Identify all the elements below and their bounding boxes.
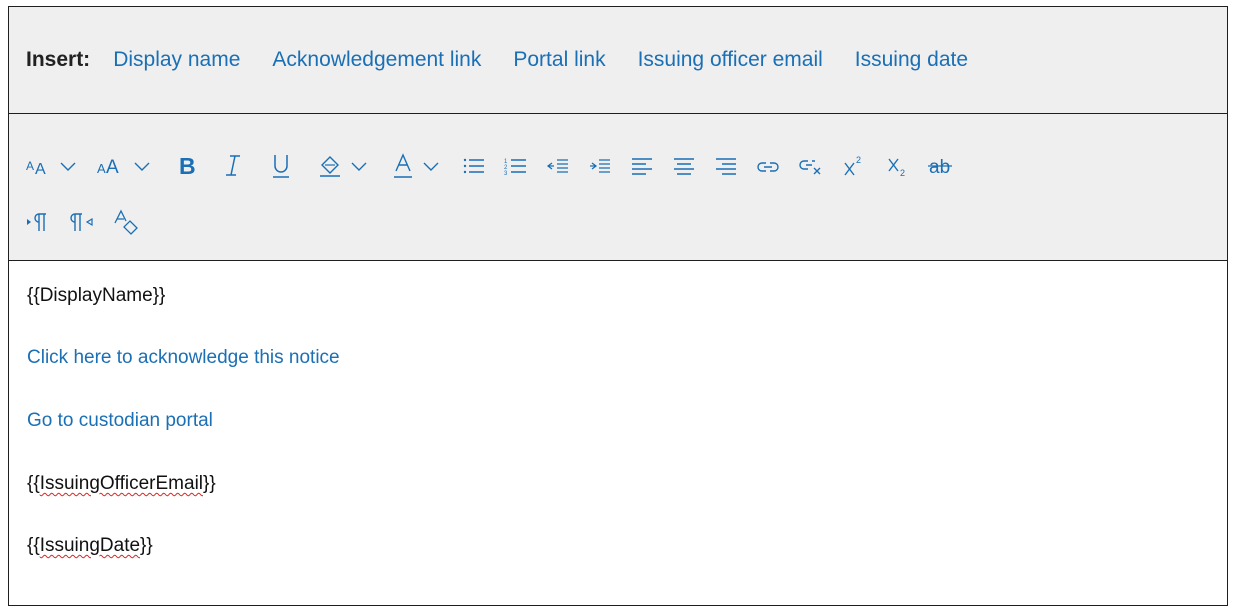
insert-portal-link[interactable]: Portal link bbox=[513, 48, 605, 72]
chevron-down-icon[interactable] bbox=[53, 150, 83, 182]
svg-text:A: A bbox=[35, 161, 46, 178]
ltr-icon[interactable] bbox=[23, 206, 53, 238]
subscript-icon[interactable]: 2 bbox=[883, 150, 913, 182]
rtl-icon[interactable] bbox=[67, 206, 97, 238]
svg-text:A: A bbox=[97, 161, 106, 176]
insert-display-name-link[interactable]: Display name bbox=[113, 48, 240, 72]
svg-text:ab: ab bbox=[929, 157, 950, 178]
insert-issuing-date-link[interactable]: Issuing date bbox=[855, 48, 968, 72]
align-center-icon[interactable] bbox=[669, 150, 699, 182]
numbered-list-icon[interactable]: 123 bbox=[501, 150, 531, 182]
acknowledge-notice-link[interactable]: Click here to acknowledge this notice bbox=[27, 347, 340, 369]
superscript-icon[interactable]: 2 bbox=[839, 150, 869, 182]
editor-line: {{IssuingOfficerEmail}} bbox=[27, 473, 216, 494]
formatting-toolbar: AA AA B 1 2 3 2 2 ab bbox=[9, 114, 1227, 261]
editor-line: {{DisplayName}} bbox=[27, 285, 166, 306]
toolbar-row-2 bbox=[23, 202, 141, 242]
svg-text:A: A bbox=[106, 157, 119, 178]
bold-icon[interactable]: B bbox=[173, 150, 201, 182]
svg-text:2: 2 bbox=[856, 155, 861, 165]
chevron-down-icon[interactable] bbox=[417, 150, 445, 182]
font-color-icon[interactable] bbox=[389, 150, 417, 182]
font-size-icon[interactable]: AA bbox=[23, 150, 53, 182]
align-right-icon[interactable] bbox=[711, 150, 741, 182]
svg-text:2: 2 bbox=[900, 168, 905, 178]
insert-issuing-officer-email-link[interactable]: Issuing officer email bbox=[638, 48, 823, 72]
notice-editor: Insert: Display name Acknowledgement lin… bbox=[8, 6, 1228, 606]
strikethrough-icon[interactable]: ab bbox=[925, 150, 955, 182]
toolbar-row-1: AA AA B 1 2 3 2 2 ab bbox=[23, 146, 955, 186]
insert-link-icon[interactable] bbox=[753, 150, 783, 182]
increase-indent-icon[interactable] bbox=[585, 150, 615, 182]
custodian-portal-link[interactable]: Go to custodian portal bbox=[27, 410, 213, 432]
editor-body[interactable]: {{DisplayName}} Click here to acknowledg… bbox=[9, 261, 1234, 605]
svg-text:B: B bbox=[179, 153, 196, 179]
svg-text:3: 3 bbox=[504, 171, 508, 177]
editor-line: {{IssuingDate}} bbox=[27, 535, 153, 556]
remove-link-icon[interactable] bbox=[795, 150, 825, 182]
italic-icon[interactable] bbox=[219, 150, 247, 182]
svg-text:A: A bbox=[26, 159, 34, 173]
underline-icon[interactable] bbox=[267, 150, 295, 182]
align-left-icon[interactable] bbox=[627, 150, 657, 182]
insert-label: Insert: bbox=[26, 48, 91, 71]
decrease-indent-icon[interactable] bbox=[543, 150, 573, 182]
highlight-icon[interactable] bbox=[315, 150, 345, 182]
clear-formatting-icon[interactable] bbox=[111, 206, 141, 238]
bulleted-list-icon[interactable] bbox=[459, 150, 489, 182]
chevron-down-icon[interactable] bbox=[127, 150, 157, 182]
insert-acknowledgement-link[interactable]: Acknowledgement link bbox=[272, 48, 481, 72]
chevron-down-icon[interactable] bbox=[345, 150, 373, 182]
insert-bar: Insert: Display name Acknowledgement lin… bbox=[9, 7, 1227, 114]
grow-font-icon[interactable]: AA bbox=[93, 150, 127, 182]
